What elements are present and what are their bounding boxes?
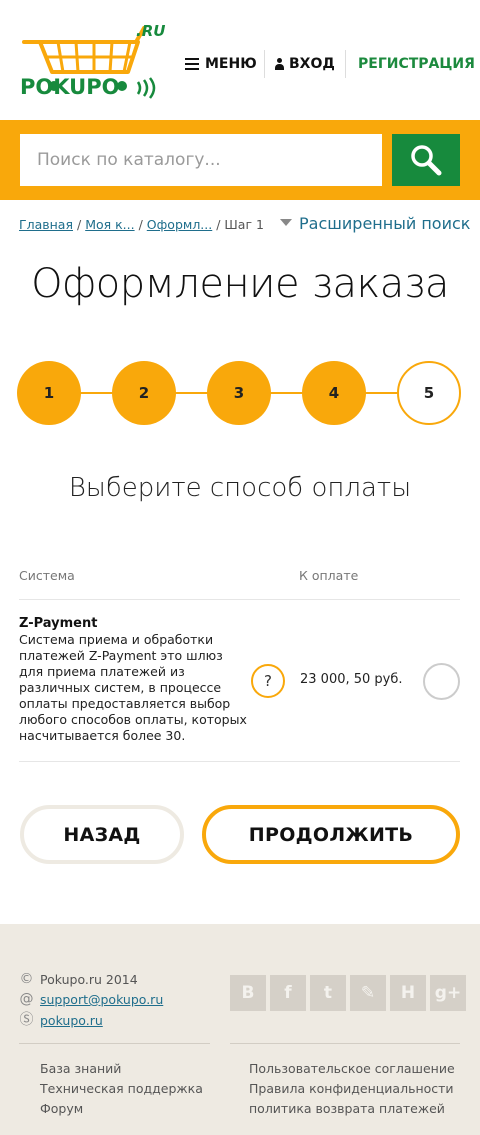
- vk-icon[interactable]: В: [230, 975, 266, 1011]
- register-link[interactable]: РЕГИСТРАЦИЯ: [358, 50, 475, 78]
- caret-down-icon: [280, 219, 292, 226]
- livejournal-icon[interactable]: ✎: [350, 975, 386, 1011]
- user-icon: [275, 58, 284, 70]
- google-plus-icon[interactable]: g+: [430, 975, 466, 1011]
- payment-method-name: Z-Payment: [19, 616, 98, 631]
- footer-link-refund-policy[interactable]: политика возврата платежей: [249, 1101, 445, 1116]
- logo-text: POKUPO: [20, 75, 119, 99]
- site-logo[interactable]: POKUPO .RU: [18, 20, 168, 105]
- at-icon: @: [19, 991, 34, 1007]
- login-button[interactable]: ВХОД: [275, 50, 335, 78]
- habr-icon[interactable]: Н: [390, 975, 426, 1011]
- back-button[interactable]: НАЗАД: [20, 805, 184, 864]
- footer-divider: [19, 1043, 210, 1044]
- footer-link-forum[interactable]: Форум: [40, 1101, 83, 1116]
- column-header-amount: К оплате: [299, 568, 359, 583]
- cart-logo-icon: POKUPO .RU: [20, 22, 165, 99]
- advanced-search-toggle[interactable]: Расширенный поиск: [280, 214, 470, 233]
- nav-divider: [345, 50, 346, 78]
- footer-email: @ support@pokupo.ru: [19, 991, 164, 1008]
- step-4[interactable]: 4: [302, 361, 366, 425]
- footer-link-privacy[interactable]: Правила конфиденциальности: [249, 1081, 454, 1096]
- continue-button[interactable]: ПРОДОЛЖИТЬ: [202, 805, 460, 864]
- social-links: В f t ✎ Н g+: [230, 975, 466, 1011]
- table-divider: [19, 761, 460, 762]
- advanced-search-label: Расширенный поиск: [299, 214, 471, 233]
- payment-amount: 23 000, 50 руб.: [300, 672, 403, 687]
- question-icon: ?: [264, 672, 272, 690]
- site-header: POKUPO .RU МЕНЮ ВХОД РЕГИСТРАЦИЯ: [0, 0, 480, 120]
- table-divider: [19, 599, 460, 600]
- step-5-current: 5: [397, 361, 461, 425]
- search-button[interactable]: [392, 134, 460, 186]
- footer-link-user-agreement[interactable]: Пользовательское соглашение: [249, 1061, 455, 1076]
- twitter-icon[interactable]: t: [310, 975, 346, 1011]
- hamburger-icon: [185, 58, 199, 70]
- breadcrumb-cart[interactable]: Моя к...: [85, 217, 134, 232]
- footer-link-knowledge-base[interactable]: База знаний: [40, 1061, 121, 1076]
- footer-divider: [230, 1043, 460, 1044]
- footer-skype: Ⓢ pokupo.ru: [19, 1012, 103, 1029]
- copyright-icon: ©: [19, 971, 34, 987]
- support-email-link[interactable]: support@pokupo.ru: [40, 992, 163, 1007]
- register-label: РЕГИСТРАЦИЯ: [358, 56, 475, 72]
- section-title: Выберите способ оплаты: [68, 473, 412, 503]
- search-input[interactable]: [20, 134, 382, 186]
- logo-domain: .RU: [136, 22, 165, 40]
- step-2[interactable]: 2: [112, 361, 176, 425]
- footer-link-support[interactable]: Техническая поддержка: [40, 1081, 203, 1096]
- breadcrumb: Главная / Моя к... / Оформл... / Шаг 1: [19, 217, 264, 232]
- breadcrumb-current: Шаг 1: [224, 217, 264, 232]
- skype-link[interactable]: pokupo.ru: [40, 1013, 103, 1028]
- column-header-system: Система: [19, 568, 75, 583]
- page-title: Оформление заказа: [31, 261, 449, 307]
- facebook-icon[interactable]: f: [270, 975, 306, 1011]
- help-button[interactable]: ?: [251, 664, 285, 698]
- menu-label: МЕНЮ: [205, 56, 257, 72]
- menu-button[interactable]: МЕНЮ: [185, 50, 257, 78]
- step-1[interactable]: 1: [17, 361, 81, 425]
- payment-method-radio[interactable]: [423, 663, 460, 700]
- step-3[interactable]: 3: [207, 361, 271, 425]
- search-bar: [0, 120, 480, 200]
- search-icon: [411, 145, 442, 176]
- footer-copyright: © Pokupo.ru 2014: [19, 971, 138, 988]
- payment-method-description: Система приема и обработки платежей Z-Pa…: [19, 632, 247, 743]
- nav-divider: [264, 50, 265, 78]
- skype-icon: Ⓢ: [19, 1012, 34, 1028]
- breadcrumb-home[interactable]: Главная: [19, 217, 73, 232]
- breadcrumb-checkout[interactable]: Оформл...: [147, 217, 212, 232]
- login-label: ВХОД: [289, 56, 335, 72]
